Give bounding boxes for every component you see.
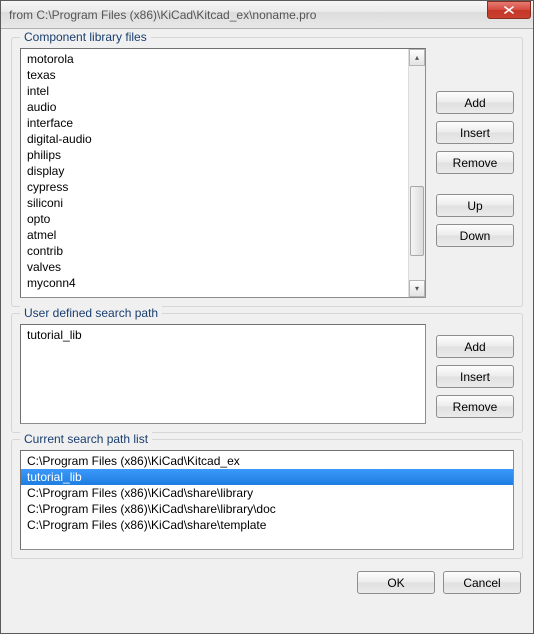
close-icon (504, 6, 514, 14)
list-item[interactable]: audio (21, 99, 408, 115)
up-button[interactable]: Up (436, 194, 514, 217)
scroll-thumb[interactable] (410, 186, 424, 256)
add-button[interactable]: Add (436, 335, 514, 358)
ok-button[interactable]: OK (357, 571, 435, 594)
list-item[interactable]: tutorial_lib (21, 469, 513, 485)
list-item[interactable]: tutorial_lib (21, 327, 425, 343)
down-button[interactable]: Down (436, 224, 514, 247)
list-item[interactable]: display (21, 163, 408, 179)
window-title: from C:\Program Files (x86)\KiCad\Kitcad… (9, 8, 487, 22)
list-item[interactable]: myconn4 (21, 275, 408, 291)
search-paths-group: Current search path list C:\Program File… (11, 439, 523, 559)
insert-button[interactable]: Insert (436, 121, 514, 144)
user-paths-listbox[interactable]: tutorial_lib (20, 324, 426, 424)
list-item[interactable]: philips (21, 147, 408, 163)
component-libs-listbox[interactable]: motorolatexasintelaudiointerfacedigital-… (20, 48, 426, 298)
component-libs-label: Component library files (20, 30, 151, 44)
list-item[interactable]: digital-audio (21, 131, 408, 147)
close-button[interactable] (487, 1, 531, 19)
list-item[interactable]: C:\Program Files (x86)\KiCad\share\libra… (21, 485, 513, 501)
titlebar: from C:\Program Files (x86)\KiCad\Kitcad… (1, 1, 533, 29)
component-libs-buttons: Add Insert Remove Up Down (436, 48, 514, 298)
list-item[interactable]: C:\Program Files (x86)\KiCad\share\libra… (21, 501, 513, 517)
user-paths-buttons: Add Insert Remove (436, 324, 514, 424)
list-item[interactable]: siliconi (21, 195, 408, 211)
list-item[interactable]: motorola (21, 51, 408, 67)
remove-button[interactable]: Remove (436, 395, 514, 418)
list-item[interactable]: cypress (21, 179, 408, 195)
cancel-button[interactable]: Cancel (443, 571, 521, 594)
list-item[interactable]: intel (21, 83, 408, 99)
dialog-footer: OK Cancel (11, 565, 523, 596)
user-paths-group: User defined search path tutorial_lib Ad… (11, 313, 523, 433)
component-libs-group: Component library files motorolatexasint… (11, 37, 523, 307)
remove-button[interactable]: Remove (436, 151, 514, 174)
list-item[interactable]: atmel (21, 227, 408, 243)
add-button[interactable]: Add (436, 91, 514, 114)
list-item[interactable]: C:\Program Files (x86)\KiCad\share\templ… (21, 517, 513, 533)
search-paths-listbox[interactable]: C:\Program Files (x86)\KiCad\Kitcad_extu… (20, 450, 514, 550)
list-item[interactable]: contrib (21, 243, 408, 259)
list-item[interactable]: valves (21, 259, 408, 275)
scroll-down-button[interactable]: ▾ (409, 280, 425, 297)
list-item[interactable]: C:\Program Files (x86)\KiCad\Kitcad_ex (21, 453, 513, 469)
list-item[interactable]: interface (21, 115, 408, 131)
dialog-window: from C:\Program Files (x86)\KiCad\Kitcad… (0, 0, 534, 634)
search-paths-label: Current search path list (20, 432, 152, 446)
user-paths-label: User defined search path (20, 306, 162, 320)
scrollbar[interactable]: ▴ ▾ (408, 49, 425, 297)
scroll-up-button[interactable]: ▴ (409, 49, 425, 66)
list-item[interactable]: opto (21, 211, 408, 227)
client-area: Component library files motorolatexasint… (1, 29, 533, 633)
scroll-track[interactable] (409, 66, 425, 280)
list-item[interactable]: texas (21, 67, 408, 83)
insert-button[interactable]: Insert (436, 365, 514, 388)
